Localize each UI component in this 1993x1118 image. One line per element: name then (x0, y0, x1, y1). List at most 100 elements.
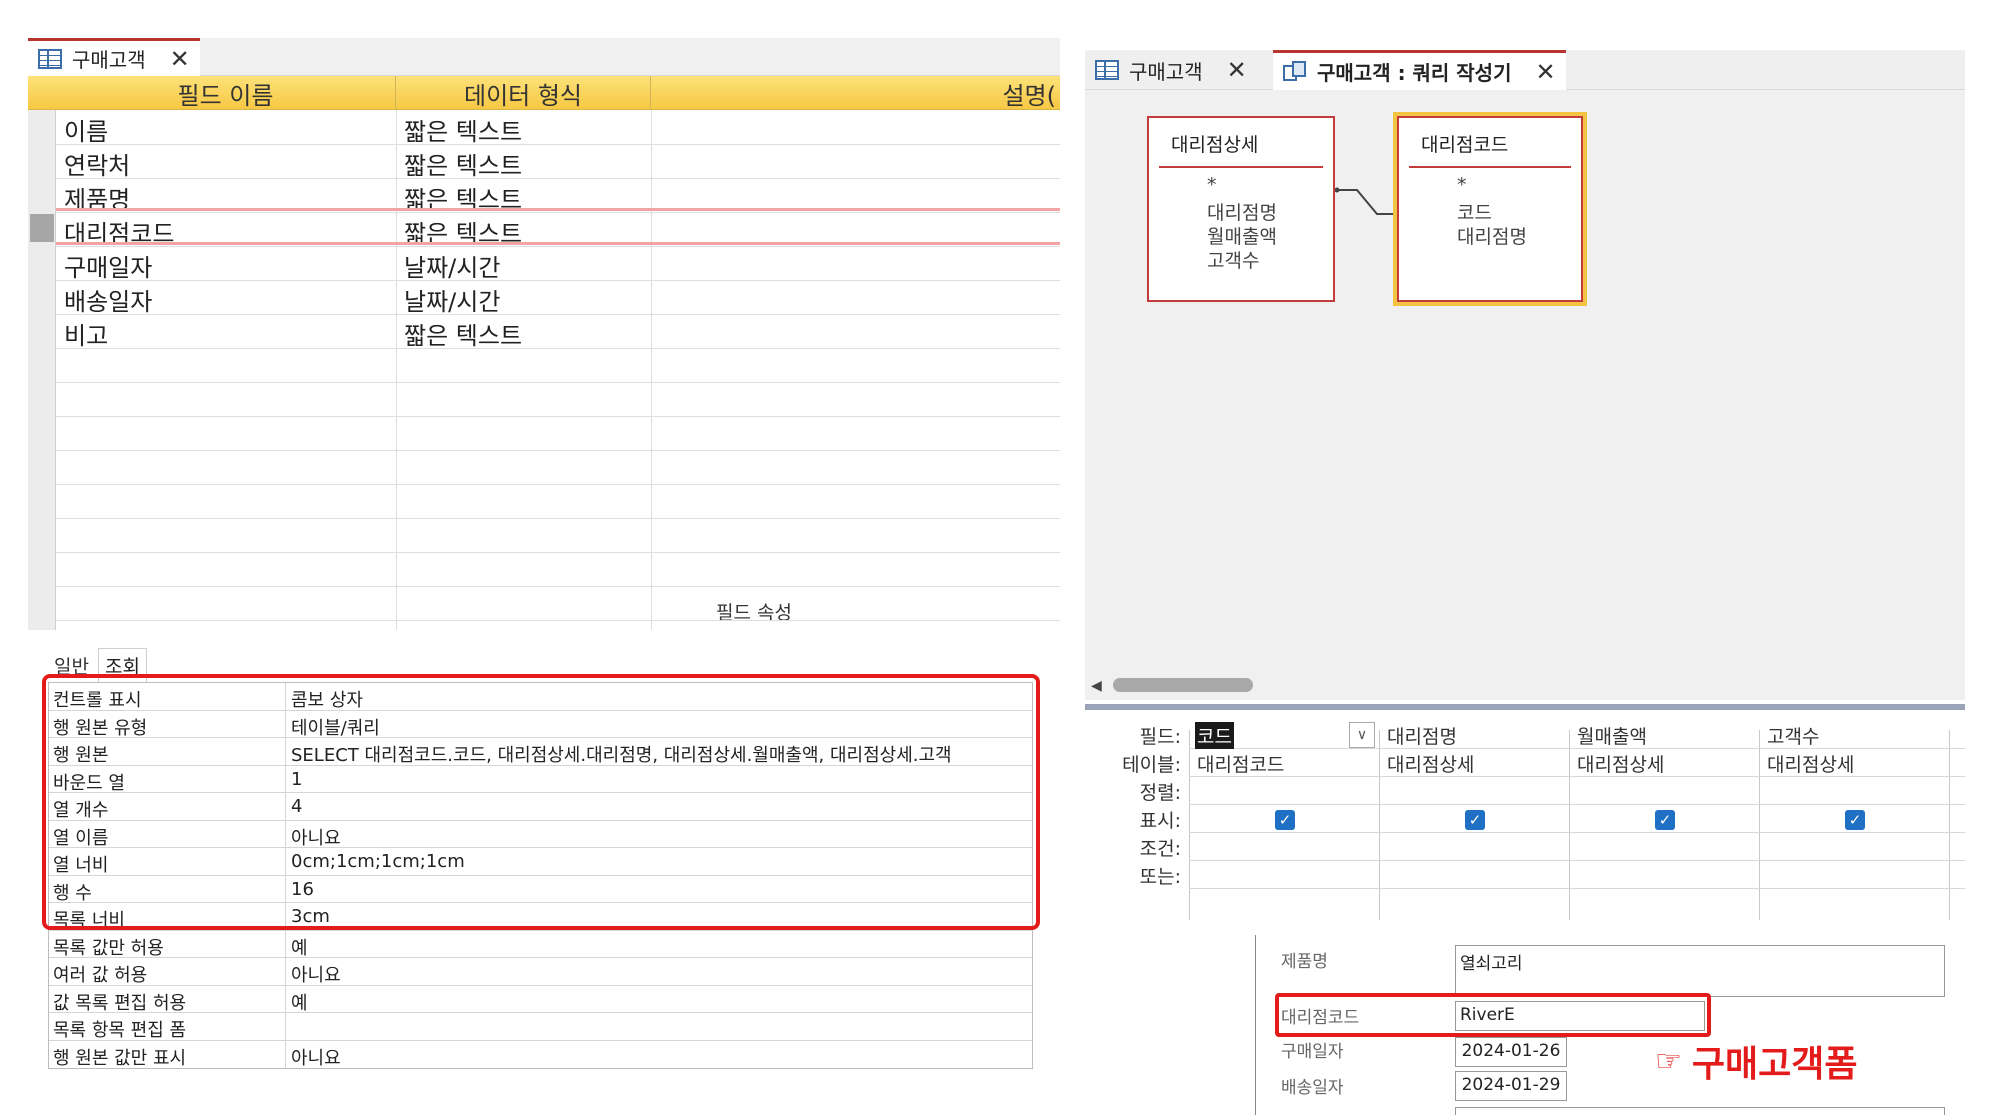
property-name: 값 목록 편집 허용 (53, 992, 187, 1014)
row-divider (56, 450, 1060, 451)
table-field[interactable]: 월매출액 (1207, 222, 1277, 249)
table-box-title[interactable]: 대리점코드 (1421, 130, 1508, 157)
table-row[interactable]: 배송일자 날짜/시간 (56, 280, 1060, 317)
row-divider (56, 246, 1060, 247)
table-box-divider (1159, 166, 1323, 168)
qbe-table-cell[interactable]: 대리점코드 (1197, 750, 1284, 777)
property-value[interactable]: 아니요 (291, 961, 341, 987)
table-row[interactable]: 제품명 짧은 텍스트 (56, 178, 1060, 214)
table-field[interactable]: 대리점명 (1207, 198, 1277, 225)
show-checkbox[interactable]: ✓ (1655, 810, 1675, 830)
table-box-agency-code[interactable]: 대리점코드 * 코드 대리점명 (1393, 112, 1587, 306)
table-field[interactable]: 대리점명 (1457, 222, 1527, 249)
qbe-table-cell[interactable]: 대리점상세 (1387, 750, 1474, 777)
join-line[interactable] (1335, 180, 1405, 220)
show-checkbox[interactable]: ✓ (1465, 810, 1485, 830)
row-divider (1189, 860, 1965, 861)
column-divider (1759, 730, 1760, 920)
property-row[interactable]: 값 목록 편집 허용 예 (49, 986, 1032, 1014)
qbe-row-label: 정렬: (1139, 782, 1181, 804)
data-type-cell[interactable]: 짧은 텍스트 (404, 316, 522, 351)
pane-splitter[interactable] (1085, 704, 1965, 710)
design-grid-header: 필드 이름 데이터 형식 설명( (28, 76, 1060, 110)
tab-query-builder[interactable]: 구매고객 : 쿼리 작성기 ✕ (1273, 50, 1566, 90)
data-type-cell[interactable]: 날짜/시간 (404, 282, 500, 317)
table-field[interactable]: * (1207, 174, 1217, 196)
pointing-hand-icon: ☞ (1655, 1043, 1682, 1079)
selected-row-bottom-border (56, 242, 1060, 245)
field-name-cell[interactable]: 연락처 (64, 146, 130, 181)
product-field[interactable]: 열쇠고리 (1455, 945, 1945, 997)
row-divider (56, 178, 1060, 179)
table-box-divider (1409, 166, 1571, 168)
row-selector-column[interactable] (28, 110, 56, 630)
row-divider (56, 518, 1060, 519)
property-value[interactable]: 아니요 (291, 1044, 341, 1070)
property-value[interactable]: 예 (291, 934, 308, 960)
table-field[interactable]: 고객수 (1207, 246, 1259, 273)
qbe-field-cell[interactable]: 코드 (1195, 722, 1234, 749)
query-design-area[interactable]: 대리점상세 * 대리점명 월매출액 고객수 대리점코드 * 코드 대리점명 (1085, 90, 1965, 700)
row-divider (1189, 832, 1965, 833)
data-type-cell[interactable]: 짧은 텍스트 (404, 112, 522, 147)
qbe-table-cell[interactable]: 대리점상세 (1767, 750, 1854, 777)
row-selector-active[interactable] (30, 214, 54, 242)
row-divider (56, 484, 1060, 485)
data-type-cell[interactable]: 날짜/시간 (404, 248, 500, 283)
property-row[interactable]: 여러 값 허용 아니요 (49, 958, 1032, 986)
show-checkbox[interactable]: ✓ (1845, 810, 1865, 830)
property-row[interactable]: 행 원본 값만 표시 아니요 (49, 1041, 1032, 1069)
property-row[interactable]: 목록 값만 허용 예 (49, 931, 1032, 959)
form-caption-text: 구매고객폼 (1691, 1044, 1858, 1085)
delivery-date-field[interactable]: 2024-01-29 (1455, 1071, 1567, 1101)
close-icon[interactable]: ✕ (1227, 58, 1247, 82)
table-row[interactable]: 연락처 짧은 텍스트 (56, 144, 1060, 181)
show-checkbox[interactable]: ✓ (1275, 810, 1295, 830)
data-type-cell[interactable]: 짧은 텍스트 (404, 146, 522, 181)
qbe-table-cell[interactable]: 대리점상세 (1577, 750, 1664, 777)
qbe-field-cell[interactable]: 월매출액 (1577, 722, 1647, 749)
qbe-row-label: 조건: (1139, 838, 1181, 860)
property-row[interactable]: 목록 항목 편집 폼 (49, 1013, 1032, 1041)
tab-label: 구매고객 (1129, 59, 1203, 84)
remarks-field[interactable] (1455, 1107, 1945, 1115)
row-divider (56, 586, 1060, 587)
field-name-cell[interactable]: 구매일자 (64, 248, 152, 283)
table-row-selected[interactable]: 대리점코드 짧은 텍스트 (56, 212, 1060, 248)
table-row[interactable]: 구매일자 날짜/시간 (56, 246, 1060, 283)
scroll-left-icon[interactable]: ◀ (1091, 678, 1102, 694)
table-icon (1095, 60, 1119, 80)
delivery-date-label: 배송일자 (1281, 1078, 1344, 1098)
field-name-cell[interactable]: 배송일자 (64, 282, 152, 317)
field-name-cell[interactable]: 비고 (64, 316, 108, 351)
close-icon[interactable]: ✕ (170, 47, 190, 71)
row-divider (56, 144, 1060, 145)
column-divider (1949, 730, 1950, 920)
purchase-date-field[interactable]: 2024-01-26 (1455, 1037, 1567, 1067)
field-name-cell[interactable]: 이름 (64, 112, 108, 147)
table-field[interactable]: 코드 (1457, 198, 1492, 225)
row-divider (56, 280, 1060, 281)
horizontal-scrollbar[interactable]: ◀ (1085, 670, 1965, 698)
property-name: 목록 항목 편집 폼 (53, 1020, 187, 1041)
table-row[interactable]: 이름 짧은 텍스트 (56, 110, 1060, 147)
qbe-grid: 필드: 테이블: 정렬: 표시: 조건: 또는: 코드 ∨ 대리점코드 ✓ 대리… (1085, 720, 1965, 920)
qbe-row-label: 표시: (1139, 810, 1181, 832)
close-icon[interactable]: ✕ (1536, 60, 1556, 84)
table-row[interactable]: 비고 짧은 텍스트 (56, 314, 1060, 351)
column-header-field-name: 필드 이름 (56, 76, 396, 110)
qbe-field-cell[interactable]: 대리점명 (1387, 722, 1457, 749)
column-header-data-type: 데이터 형식 (396, 76, 651, 110)
chevron-down-icon[interactable]: ∨ (1349, 722, 1375, 748)
row-divider (1189, 888, 1965, 889)
column-divider (1379, 730, 1380, 920)
table-box-agency-detail[interactable]: 대리점상세 * 대리점명 월매출액 고객수 (1147, 116, 1335, 302)
property-value[interactable]: 예 (291, 989, 308, 1015)
table-box-title[interactable]: 대리점상세 (1171, 130, 1258, 157)
tab-purchase-customers[interactable]: 구매고객 ✕ (28, 38, 200, 76)
table-field[interactable]: * (1457, 174, 1467, 196)
form-border (1255, 935, 1256, 1115)
scrollbar-thumb[interactable] (1113, 678, 1253, 692)
tab-purchase-customers[interactable]: 구매고객 ✕ (1085, 50, 1257, 90)
qbe-field-cell[interactable]: 고객수 (1767, 722, 1819, 749)
